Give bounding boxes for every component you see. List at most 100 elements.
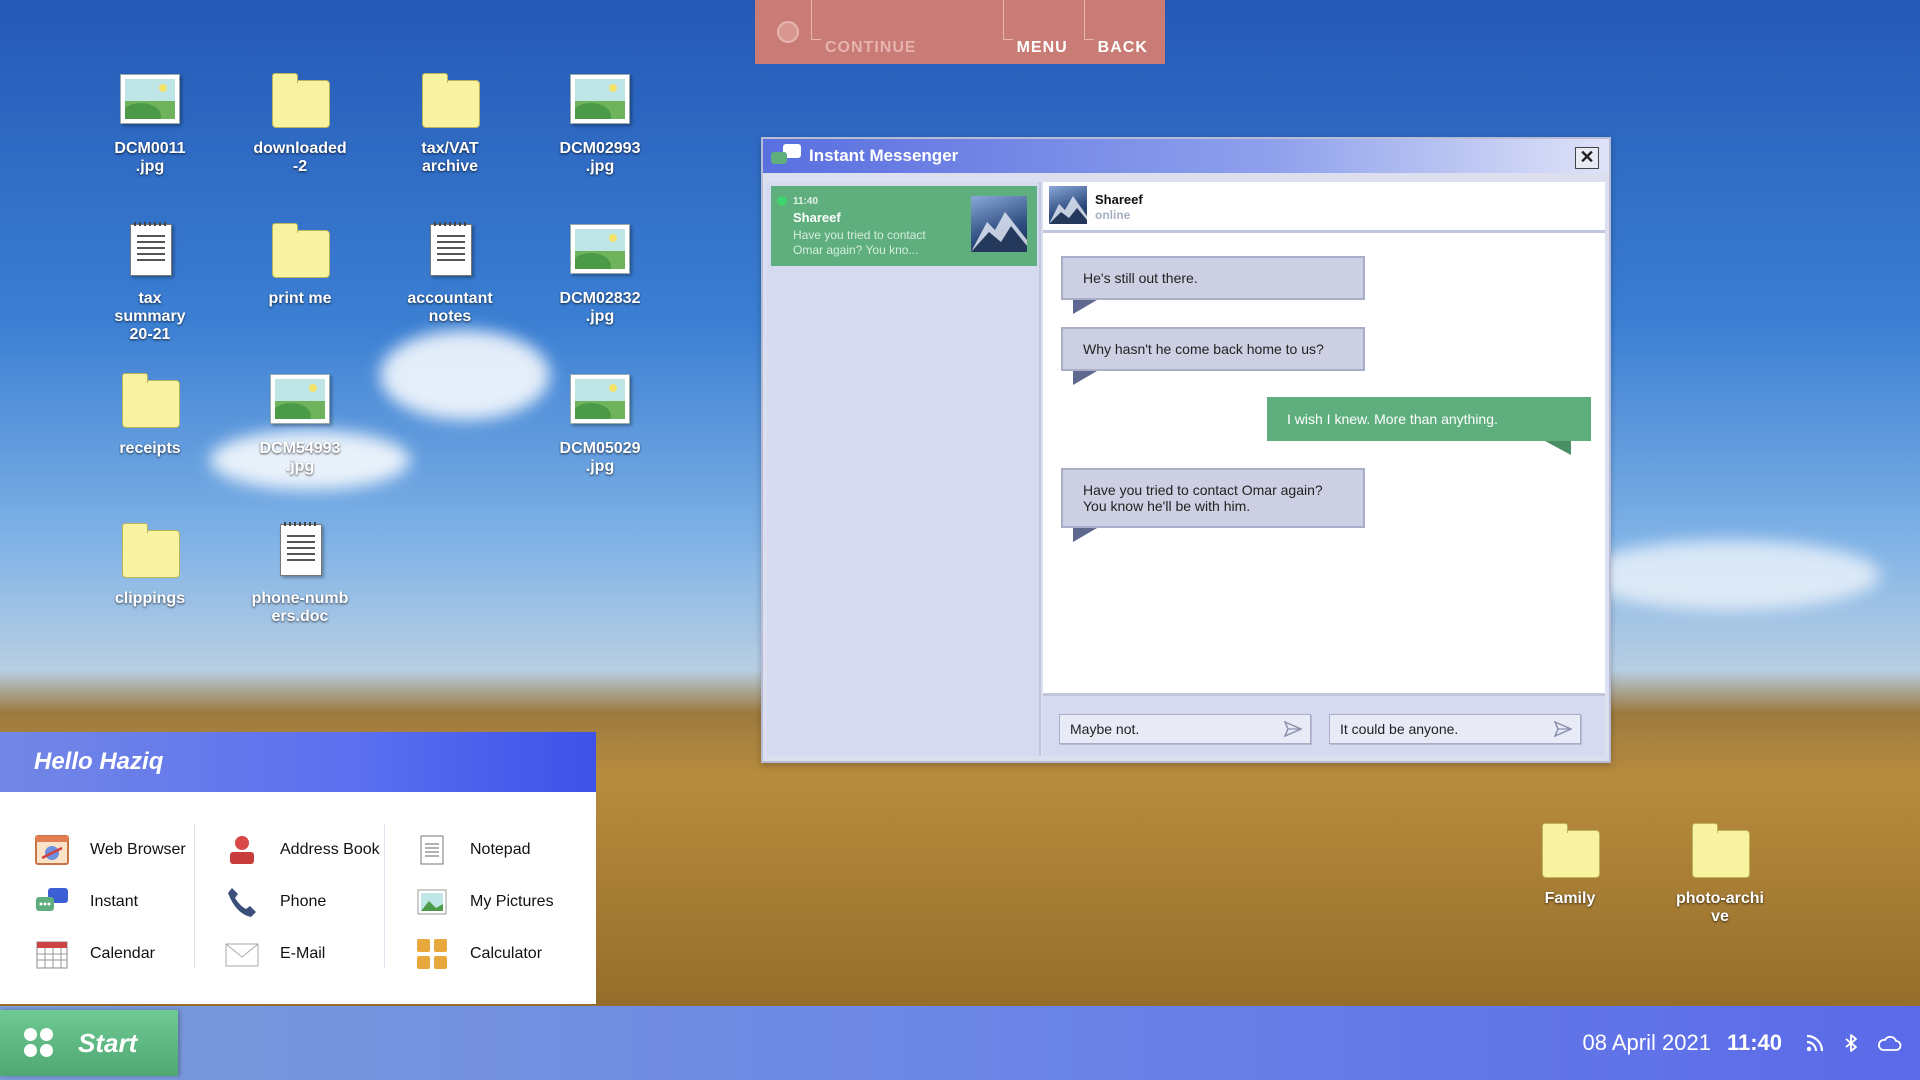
image-file-icon bbox=[268, 372, 332, 432]
instant-messenger-window: Instant Messenger ✕ 11:40 Shareef Have y… bbox=[761, 137, 1611, 763]
desktop-icon-label: downloaded -2 bbox=[240, 140, 360, 176]
start-menu-item[interactable]: Calculator bbox=[414, 928, 554, 980]
desktop-icon-picture[interactable]: DCM0011 .jpg bbox=[90, 72, 210, 176]
desktop-icon-folder[interactable]: receipts bbox=[90, 372, 210, 458]
window-title: Instant Messenger bbox=[809, 146, 958, 166]
message-bubble-incoming: Have you tried to contact Omar again? Yo… bbox=[1061, 468, 1365, 528]
phone-icon bbox=[224, 884, 260, 920]
sky-cloud bbox=[1580, 540, 1880, 610]
send-icon bbox=[1284, 721, 1302, 737]
start-menu-item-label: Phone bbox=[280, 893, 326, 911]
desktop-icon-document[interactable]: accountant notes bbox=[390, 222, 510, 326]
close-icon[interactable]: ✕ bbox=[1575, 147, 1599, 169]
desktop-icon-folder[interactable]: tax/VAT archive bbox=[390, 72, 510, 176]
online-status-icon bbox=[777, 196, 787, 206]
start-menu-item-label: Notepad bbox=[470, 841, 531, 859]
desktop-icon-label: tax summary 20-21 bbox=[90, 290, 210, 344]
messenger-app-icon bbox=[771, 144, 801, 168]
start-menu-item-label: My Pictures bbox=[470, 893, 554, 911]
folder-icon bbox=[268, 72, 332, 132]
start-menu-column: Notepad My Pictures Calculator bbox=[414, 824, 554, 980]
desktop-icon-label: print me bbox=[240, 290, 360, 308]
image-file-icon bbox=[568, 372, 632, 432]
reply-options: Maybe not. It could be anyone. bbox=[1043, 693, 1605, 756]
desktop-icon-picture[interactable]: DCM02993 .jpg bbox=[540, 72, 660, 176]
start-menu-item-label: Calculator bbox=[470, 945, 542, 963]
start-menu-item[interactable]: Calendar bbox=[34, 928, 186, 980]
folder-icon bbox=[118, 372, 182, 432]
reply-option-button[interactable]: Maybe not. bbox=[1059, 714, 1311, 744]
desktop-icon-folder[interactable]: downloaded -2 bbox=[240, 72, 360, 176]
web-browser-icon bbox=[34, 832, 70, 868]
desktop-icon-folder[interactable]: photo-archi ve bbox=[1660, 822, 1780, 926]
desktop-icon-label: DCM05029 .jpg bbox=[540, 440, 660, 476]
desktop-icon-document[interactable]: tax summary 20-21 bbox=[90, 222, 210, 344]
continue-button[interactable]: CONTINUE bbox=[807, 0, 929, 71]
start-menu-item[interactable]: Phone bbox=[224, 876, 380, 928]
message-bubble-outgoing: I wish I knew. More than anything. bbox=[1267, 397, 1591, 441]
start-menu-item[interactable]: E-Mail bbox=[224, 928, 380, 980]
desktop-icon-document[interactable]: phone-numb ers.doc bbox=[240, 522, 360, 626]
desktop-icon-label: DCM02993 .jpg bbox=[540, 140, 660, 176]
start-label: Start bbox=[78, 1028, 137, 1059]
desktop-icon-label: clippings bbox=[90, 590, 210, 608]
desktop-icon-picture[interactable]: DCM02832 .jpg bbox=[540, 222, 660, 326]
desktop-icon-label: Family bbox=[1510, 890, 1630, 908]
reply-option-button[interactable]: It could be anyone. bbox=[1329, 714, 1581, 744]
desktop-icon-label: receipts bbox=[90, 440, 210, 458]
desktop-icon-label: accountant notes bbox=[390, 290, 510, 326]
start-menu-greeting: Hello Haziq bbox=[0, 732, 596, 792]
divider bbox=[384, 824, 385, 968]
folder-icon bbox=[418, 72, 482, 132]
document-file-icon bbox=[268, 522, 332, 582]
system-tray: 08 April 2021 11:40 bbox=[1583, 1006, 1920, 1080]
contact-avatar bbox=[971, 196, 1027, 252]
pictures-icon bbox=[414, 884, 450, 920]
record-indicator-icon bbox=[777, 21, 799, 43]
taskbar-date: 08 April 2021 bbox=[1583, 1030, 1711, 1056]
start-menu-column: Address Book Phone E-Mail bbox=[224, 824, 380, 980]
desktop-icon-picture[interactable]: DCM05029 .jpg bbox=[540, 372, 660, 476]
document-file-icon bbox=[118, 222, 182, 282]
divider bbox=[194, 824, 195, 968]
image-file-icon bbox=[568, 222, 632, 282]
message-bubble-incoming: Why hasn't he come back home to us? bbox=[1061, 327, 1365, 371]
calculator-icon bbox=[414, 936, 450, 972]
start-menu-item-label: E-Mail bbox=[280, 945, 325, 963]
start-menu-item[interactable]: My Pictures bbox=[414, 876, 554, 928]
start-menu-item-label: Web Browser bbox=[90, 841, 186, 859]
bluetooth-icon[interactable] bbox=[1840, 1032, 1862, 1054]
taskbar-clock: 11:40 bbox=[1727, 1030, 1782, 1056]
start-menu-column: Web Browser InstantCalendar bbox=[34, 824, 186, 980]
send-icon bbox=[1554, 721, 1572, 737]
document-file-icon bbox=[418, 222, 482, 282]
avatar bbox=[1049, 186, 1087, 224]
start-menu: Hello Haziq Web Browser InstantCalendar Ad… bbox=[0, 732, 596, 1004]
conversation-preview: Have you tried to contact Omar again? Yo… bbox=[793, 228, 953, 258]
start-menu-item[interactable]: Web Browser bbox=[34, 824, 186, 876]
desktop-icon-folder[interactable]: print me bbox=[240, 222, 360, 308]
desktop-icon-label: DCM0011 .jpg bbox=[90, 140, 210, 176]
calendar-icon bbox=[34, 936, 70, 972]
start-menu-item[interactable]: Notepad bbox=[414, 824, 554, 876]
conversation-item[interactable]: 11:40 Shareef Have you tried to contact … bbox=[771, 186, 1037, 266]
image-file-icon bbox=[568, 72, 632, 132]
chat-contact-status: online bbox=[1095, 208, 1130, 222]
cloud-icon[interactable] bbox=[1876, 1032, 1902, 1054]
folder-icon bbox=[268, 222, 332, 282]
email-icon bbox=[224, 936, 260, 972]
rss-icon[interactable] bbox=[1804, 1032, 1826, 1054]
chat-header: Shareef online bbox=[1043, 182, 1605, 233]
window-titlebar[interactable]: Instant Messenger ✕ bbox=[763, 139, 1609, 173]
desktop-icon-picture[interactable]: DCM54993 .jpg bbox=[240, 372, 360, 476]
desktop-icon-label: DCM02832 .jpg bbox=[540, 290, 660, 326]
start-menu-item[interactable]: Address Book bbox=[224, 824, 380, 876]
back-button[interactable]: BACK bbox=[1080, 0, 1160, 71]
start-button[interactable]: Start bbox=[0, 1010, 178, 1076]
desktop-icon-folder[interactable]: clippings bbox=[90, 522, 210, 608]
menu-button[interactable]: MENU bbox=[999, 0, 1080, 71]
chat-contact-name: Shareef bbox=[1095, 192, 1143, 207]
chat-panel: Shareef online He's still out there. Why… bbox=[1043, 182, 1605, 756]
desktop-icon-folder[interactable]: Family bbox=[1510, 822, 1630, 908]
start-menu-item[interactable]: Instant bbox=[34, 876, 186, 928]
